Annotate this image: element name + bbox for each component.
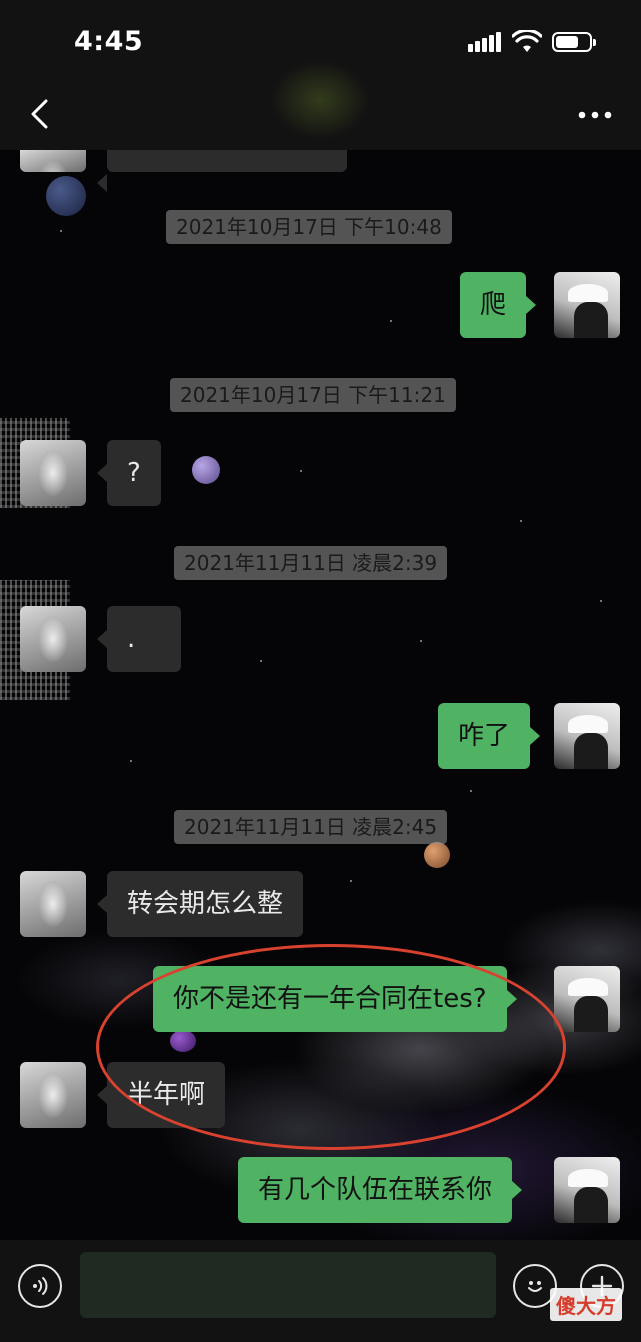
status-time: 4:45 xyxy=(74,26,144,57)
more-options-button[interactable] xyxy=(572,98,618,132)
star xyxy=(260,660,262,662)
emoji-icon xyxy=(528,1281,542,1292)
planet-decoration xyxy=(424,842,450,868)
incoming-message[interactable]: ? xyxy=(97,440,161,506)
wifi-icon xyxy=(512,30,542,52)
incoming-message[interactable]: . xyxy=(97,606,181,672)
timestamp: 2021年10月17日 下午11:21 xyxy=(170,378,456,412)
star xyxy=(350,880,352,882)
contact-avatar[interactable] xyxy=(20,440,86,506)
ellipsis-icon xyxy=(578,111,612,119)
planet-decoration xyxy=(46,176,86,216)
star xyxy=(130,760,132,762)
planet-decoration xyxy=(192,456,220,484)
timestamp: 2021年11月11日 凌晨2:45 xyxy=(174,810,448,844)
star xyxy=(300,470,302,472)
incoming-message[interactable]: 转会期怎么整 xyxy=(96,871,304,937)
star xyxy=(520,520,522,522)
outgoing-message[interactable]: 爬 xyxy=(460,272,537,338)
message-bubble-cut-off[interactable] xyxy=(97,150,347,192)
contact-avatar[interactable] xyxy=(20,606,86,672)
chevron-left-icon xyxy=(31,99,48,129)
back-button[interactable] xyxy=(20,94,60,134)
signal-icon xyxy=(468,32,502,52)
star xyxy=(420,640,422,642)
battery-icon xyxy=(552,32,596,52)
voice-icon xyxy=(33,1277,48,1295)
timestamp: 2021年11月11日 凌晨2:39 xyxy=(174,546,448,580)
watermark-logo: 傻大方 xyxy=(550,1288,622,1321)
contact-avatar[interactable] xyxy=(20,1062,86,1128)
star xyxy=(470,790,472,792)
input-bar xyxy=(0,1240,641,1342)
self-avatar[interactable] xyxy=(554,1157,620,1223)
self-avatar[interactable] xyxy=(554,966,620,1032)
outgoing-message[interactable]: 有几个队伍在联系你 xyxy=(238,1157,523,1223)
self-avatar[interactable] xyxy=(554,272,620,338)
voice-button[interactable] xyxy=(18,1264,62,1308)
timestamp: 2021年10月17日 下午10:48 xyxy=(166,210,452,244)
contact-avatar[interactable] xyxy=(20,871,86,937)
header-decoration xyxy=(270,60,370,140)
star xyxy=(60,230,62,232)
star xyxy=(390,320,392,322)
chat-header xyxy=(0,60,641,150)
star xyxy=(600,600,602,602)
contact-avatar[interactable] xyxy=(20,150,86,172)
outgoing-message[interactable]: 咋了 xyxy=(438,703,541,769)
message-input[interactable] xyxy=(80,1252,496,1318)
self-avatar[interactable] xyxy=(554,703,620,769)
highlight-annotation xyxy=(96,944,566,1150)
